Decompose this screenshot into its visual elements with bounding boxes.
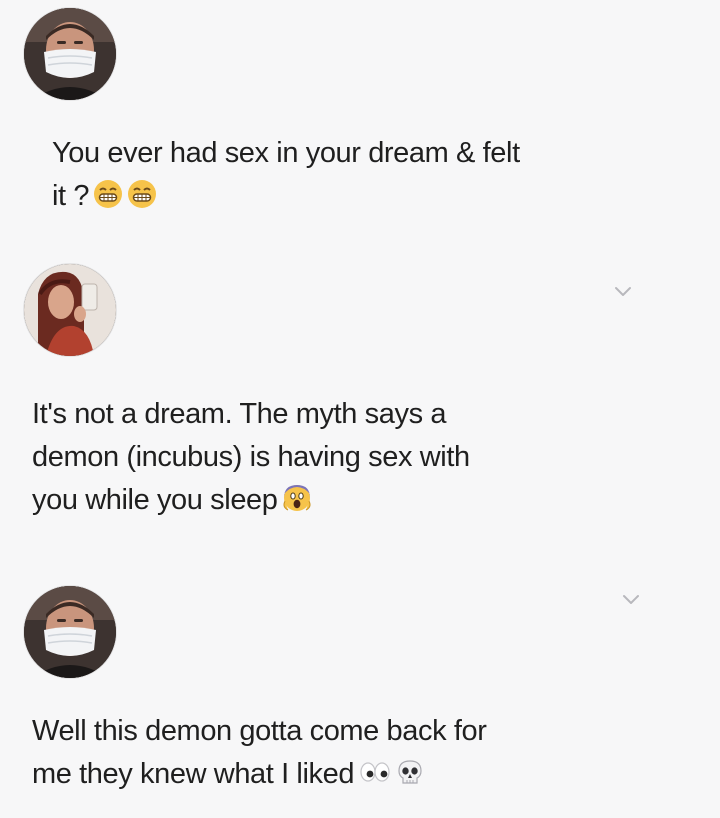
grimacing-face-emoji bbox=[93, 179, 123, 209]
reply-item: You ever had sex in your dream & felt it… bbox=[0, 0, 720, 260]
comment-thread: You ever had sex in your dream & felt it… bbox=[0, 0, 720, 818]
reply-text: Well this demon gotta come back for me t… bbox=[32, 710, 652, 796]
chevron-down-icon[interactable] bbox=[614, 286, 632, 298]
masked-man-avatar[interactable] bbox=[24, 8, 116, 100]
reply-item: Well this demon gotta come back for me t… bbox=[0, 566, 720, 818]
grimacing-face-emoji bbox=[127, 179, 157, 209]
woman-selfie-avatar[interactable] bbox=[24, 264, 116, 356]
reply-item: It's not a dream. The myth says a demon … bbox=[0, 258, 720, 558]
masked-man-avatar[interactable] bbox=[24, 586, 116, 678]
chevron-down-icon[interactable] bbox=[622, 594, 640, 606]
eyes-emoji bbox=[358, 759, 392, 785]
skull-emoji bbox=[396, 758, 424, 786]
reply-text: You ever had sex in your dream & felt it… bbox=[52, 132, 662, 218]
reply-text: It's not a dream. The myth says a demon … bbox=[32, 393, 652, 522]
reply-text-content: It's not a dream. The myth says a demon … bbox=[32, 398, 470, 516]
screaming-face-emoji bbox=[282, 483, 312, 513]
